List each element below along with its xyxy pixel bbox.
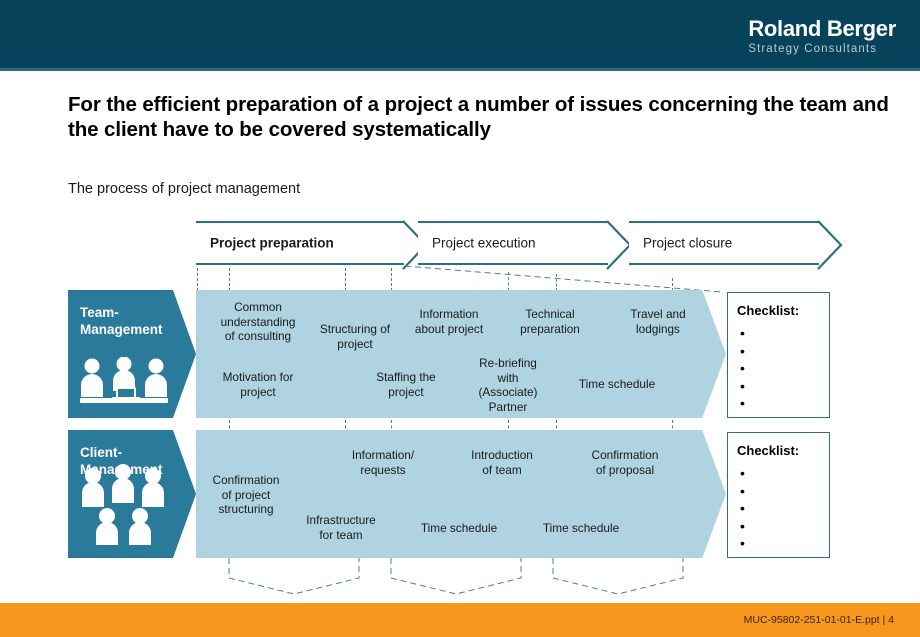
process-item: Structuring of project	[319, 322, 391, 351]
checklist-bullet[interactable]: •	[740, 378, 745, 396]
process-item: Re-briefing with (Associate) Partner	[478, 356, 538, 414]
checklist-bullet[interactable]: •	[740, 343, 745, 361]
row-caption-line1: Client-	[80, 445, 122, 460]
row-icon-client-management: Client- Management	[68, 430, 196, 558]
process-item: Confirmation of project structuring	[212, 473, 280, 516]
checklist-client-management[interactable]: Checklist: • • • • •	[727, 432, 830, 558]
process-item: Technical preparation	[520, 307, 580, 336]
checklist-bullets: • • • • •	[740, 465, 745, 553]
phase-chevron-project-closure[interactable]: Project closure	[629, 220, 843, 270]
checklist-bullet[interactable]: •	[740, 360, 745, 378]
slide-canvas: Roland Berger Strategy Consultants For t…	[0, 0, 920, 637]
brand-logo: Roland Berger Strategy Consultants	[748, 17, 896, 56]
process-item: Information/ requests	[351, 448, 415, 477]
header-bar: Roland Berger Strategy Consultants	[0, 0, 920, 71]
checklist-title: Checklist:	[737, 303, 800, 318]
phase-chevron-project-execution[interactable]: Project execution	[418, 220, 632, 270]
checklist-bullet[interactable]: •	[740, 325, 745, 343]
row-caption: Team- Management	[80, 304, 163, 338]
chevron-tip-icon	[817, 220, 843, 270]
checklist-bullet[interactable]: •	[740, 518, 745, 536]
phase-chevron-project-preparation[interactable]: Project preparation	[196, 220, 428, 270]
phase-label: Project execution	[432, 235, 536, 251]
phase-label: Project preparation	[210, 235, 334, 251]
process-item: Time schedule	[542, 521, 620, 535]
process-item: Infrastructure for team	[306, 513, 376, 542]
process-item: Information about project	[414, 307, 484, 336]
checklist-bullet[interactable]: •	[740, 465, 745, 483]
checklist-team-management[interactable]: Checklist: • • • • •	[727, 292, 830, 418]
row-caption-line2: Management	[80, 322, 163, 337]
phase-label: Project closure	[643, 235, 733, 251]
process-item: Staffing the project	[376, 370, 436, 399]
team-meeting-icon	[78, 356, 170, 410]
checklist-bullet[interactable]: •	[740, 500, 745, 518]
brand-tagline: Strategy Consultants	[748, 43, 878, 55]
checklist-bullet[interactable]: •	[740, 535, 745, 553]
checklist-bullet[interactable]: •	[740, 483, 745, 501]
footer-meta: MUC-95802-251-01-01-E.ppt | 4	[743, 614, 894, 626]
process-item: Time schedule	[420, 521, 498, 535]
row-icon-team-management: Team- Management	[68, 290, 196, 418]
page-title: For the efficient preparation of a proje…	[68, 93, 889, 141]
client-group-icon	[78, 463, 170, 550]
brand-name: Roland Berger	[748, 16, 896, 41]
footer-bar: MUC-95802-251-01-01-E.ppt | 4	[0, 603, 920, 637]
header-rule	[0, 68, 920, 71]
checklist-title: Checklist:	[737, 443, 800, 458]
process-item: Motivation for project	[222, 370, 294, 399]
process-item: Travel and lodgings	[630, 307, 686, 336]
checklist-bullets: • • • • •	[740, 325, 745, 413]
page-subtitle: The process of project management	[68, 181, 301, 197]
process-item: Time schedule	[578, 377, 656, 391]
process-item: Introduction of team	[471, 448, 533, 477]
group-bracket-icons	[228, 558, 684, 595]
process-item: Common understanding of consulting	[220, 300, 296, 343]
process-item: Confirmation of proposal	[591, 448, 659, 477]
checklist-bullet[interactable]: •	[740, 395, 745, 413]
row-caption-line1: Team-	[80, 305, 119, 320]
